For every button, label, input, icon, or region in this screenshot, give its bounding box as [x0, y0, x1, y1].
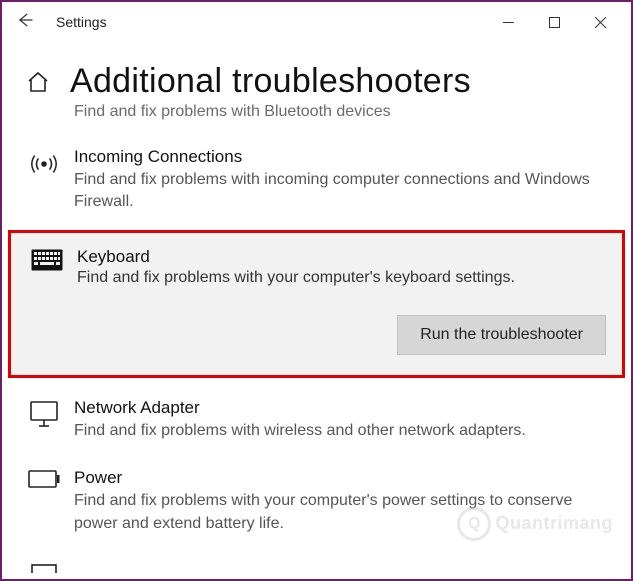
- troubleshooter-item-network-adapter[interactable]: Network Adapter Find and fix problems wi…: [2, 384, 631, 454]
- maximize-button[interactable]: [531, 7, 577, 37]
- unknown-icon: [24, 561, 64, 573]
- signal-icon: [24, 147, 64, 214]
- battery-icon: [24, 468, 64, 535]
- page-header: Additional troubleshooters: [2, 42, 631, 101]
- troubleshooter-item-incoming-connections[interactable]: Incoming Connections Find and fix proble…: [2, 133, 631, 226]
- minimize-button[interactable]: [485, 7, 531, 37]
- annotation-highlight: Keyboard Find and fix problems with your…: [8, 230, 625, 378]
- page-title: Additional troubleshooters: [70, 62, 471, 101]
- run-troubleshooter-button[interactable]: Run the troubleshooter: [397, 315, 606, 355]
- item-title: Incoming Connections: [74, 147, 594, 167]
- close-button[interactable]: [577, 7, 623, 37]
- item-title: Power: [74, 468, 594, 488]
- monitor-icon: [24, 398, 64, 442]
- troubleshooter-item-keyboard[interactable]: Keyboard Find and fix problems with your…: [11, 233, 622, 375]
- item-title: Keyboard: [77, 247, 515, 267]
- item-desc: Find and fix problems with wireless and …: [74, 420, 526, 442]
- item-desc: Find and fix problems with your computer…: [74, 490, 594, 535]
- item-desc: Find and fix problems with your computer…: [77, 269, 515, 287]
- previous-item-desc-cutoff: Find and fix problems with Bluetooth dev…: [2, 101, 631, 133]
- troubleshooter-item-cutoff[interactable]: [2, 547, 631, 573]
- titlebar: Settings: [2, 2, 631, 42]
- window-controls: [485, 7, 623, 37]
- item-title: Network Adapter: [74, 398, 526, 418]
- item-desc: Find and fix problems with incoming comp…: [74, 169, 594, 214]
- window-title: Settings: [56, 14, 107, 30]
- home-icon[interactable]: [24, 68, 52, 96]
- back-button[interactable]: [10, 11, 40, 34]
- keyboard-icon: [27, 247, 67, 287]
- troubleshooter-item-power[interactable]: Power Find and fix problems with your co…: [2, 454, 631, 547]
